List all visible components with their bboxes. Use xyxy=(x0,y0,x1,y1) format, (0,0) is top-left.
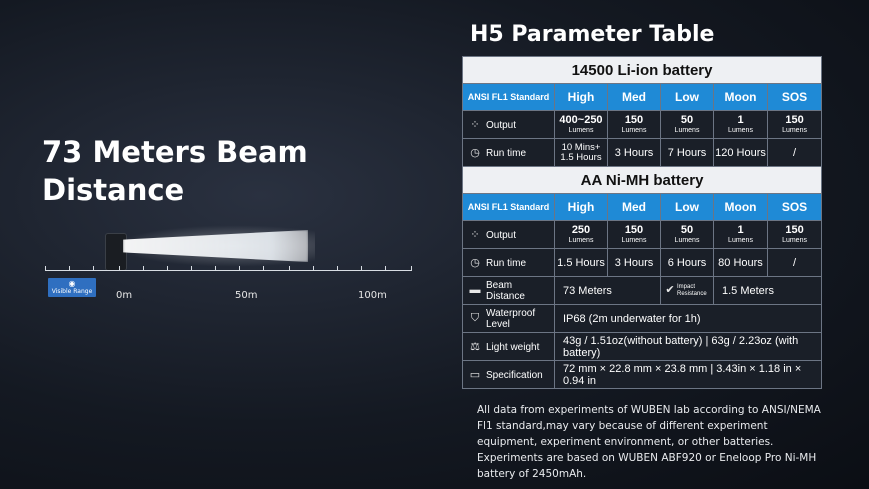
runtime-cell: / xyxy=(766,138,823,167)
output-cell: 250 Lumens xyxy=(554,220,608,249)
scale-label-0: 0m xyxy=(116,290,133,301)
scale-tick xyxy=(143,266,144,271)
scale-tick xyxy=(411,266,412,271)
scale-tick xyxy=(119,266,120,271)
battery2-header: AA Ni-MH battery xyxy=(461,166,823,194)
runtime-cell: / xyxy=(766,248,823,277)
scale-icon: ⚖ xyxy=(470,341,480,353)
weight-value: 43g / 1.51oz(without battery) | 63g / 2.… xyxy=(553,332,823,361)
eye-icon: ◉ xyxy=(68,279,76,288)
beam-illustration: ◉ Visible Range 0m 50m 100m xyxy=(45,225,415,305)
runtime-cell: 7 Hours xyxy=(660,138,714,167)
mode-moon: Moon xyxy=(713,83,768,111)
mode-high: High xyxy=(554,83,608,111)
output-cell: 1 Lumens xyxy=(713,220,768,249)
waterproof-value: IP68 (2m underwater for 1h) xyxy=(553,304,823,333)
output-cell: 150 Lumens xyxy=(766,110,823,139)
scale-tick xyxy=(239,266,240,271)
beam-icon: ▬ xyxy=(469,284,481,297)
output-cell: 400~250 Lumens xyxy=(554,110,608,139)
mode-med: Med xyxy=(607,193,661,221)
output-label: ⁘ Output xyxy=(462,220,555,249)
mode-sos: SOS xyxy=(766,193,823,221)
beam-distance-value: 73 Meters xyxy=(554,276,661,305)
output-cell: 150 Lumens xyxy=(607,110,661,139)
scale-tick xyxy=(289,266,290,271)
page-title: H5 Parameter Table xyxy=(470,22,715,47)
weight-label: ⚖ Light weight xyxy=(462,332,555,361)
scale-tick xyxy=(313,266,314,271)
impact-label: ✔ Impact Resistance xyxy=(660,276,714,305)
parameter-table: 14500 Li-ion battery ANSI FL1 Standard H… xyxy=(461,56,823,389)
output-cell: 150 Lumens xyxy=(766,220,823,249)
footnote: All data from experiments of WUBEN lab a… xyxy=(477,404,821,480)
mode-low: Low xyxy=(660,193,714,221)
output-label: ⁘ Output xyxy=(462,110,555,139)
output-icon: ⁘ xyxy=(470,119,480,131)
output-icon: ⁘ xyxy=(470,229,480,241)
output-cell: 50 Lumens xyxy=(660,220,714,249)
clock-icon: ◷ xyxy=(470,257,480,269)
headline-line-1: 73 Meters Beam xyxy=(42,135,308,169)
ruler-icon: ▭ xyxy=(469,369,481,381)
output-cell: 1 Lumens xyxy=(713,110,768,139)
scale-tick xyxy=(263,266,264,271)
specification-label: ▭ Specification xyxy=(462,360,555,389)
runtime-cell: 1.5 Hours xyxy=(554,248,608,277)
scale-label-50: 50m xyxy=(235,290,258,301)
check-icon: ✔ xyxy=(665,284,675,297)
battery1-standard: ANSI FL1 Standard xyxy=(462,83,555,111)
scale-tick xyxy=(385,266,386,271)
scale-tick xyxy=(191,266,192,271)
runtime-label: ◷ Run time xyxy=(462,138,555,167)
output-cell: 50 Lumens xyxy=(660,110,714,139)
clock-icon: ◷ xyxy=(470,147,480,159)
battery1-header: 14500 Li-ion battery xyxy=(461,56,823,84)
runtime-cell: 3 Hours xyxy=(607,138,661,167)
runtime-cell: 3 Hours xyxy=(607,248,661,277)
scale-tick xyxy=(215,266,216,271)
scale-label-100: 100m xyxy=(358,290,387,301)
runtime-cell: 6 Hours xyxy=(660,248,714,277)
runtime-cell: 80 Hours xyxy=(713,248,768,277)
mode-sos: SOS xyxy=(766,83,823,111)
runtime-cell: 120 Hours xyxy=(713,138,768,167)
scale-tick xyxy=(93,266,94,271)
runtime-cell: 10 Mins+ 1.5 Hours xyxy=(554,138,608,167)
specification-value: 72 mm × 22.8 mm × 23.8 mm | 3.43in × 1.1… xyxy=(553,360,823,389)
distance-scale xyxy=(45,270,412,271)
scale-tick xyxy=(167,266,168,271)
headline: 73 Meters Beam Distance xyxy=(42,133,342,209)
scale-tick xyxy=(69,266,70,271)
mode-high: High xyxy=(554,193,608,221)
scale-tick xyxy=(45,266,46,271)
waterproof-label: ⛉ Waterproof Level xyxy=(462,304,555,333)
output-cell: 150 Lumens xyxy=(607,220,661,249)
waterproof-icon: ⛉ xyxy=(470,312,480,325)
battery2-standard: ANSI FL1 Standard xyxy=(462,193,555,221)
visible-range-badge: ◉ Visible Range xyxy=(48,278,96,297)
mode-med: Med xyxy=(607,83,661,111)
mode-low: Low xyxy=(660,83,714,111)
mode-moon: Moon xyxy=(713,193,768,221)
visible-range-label: Visible Range xyxy=(51,288,93,295)
beam-distance-label: ▬ Beam Distance xyxy=(462,276,555,305)
headline-line-2: Distance xyxy=(42,173,185,207)
scale-tick xyxy=(361,266,362,271)
scale-tick xyxy=(337,266,338,271)
impact-value: 1.5 Meters xyxy=(712,276,823,305)
runtime-label: ◷ Run time xyxy=(462,248,555,277)
